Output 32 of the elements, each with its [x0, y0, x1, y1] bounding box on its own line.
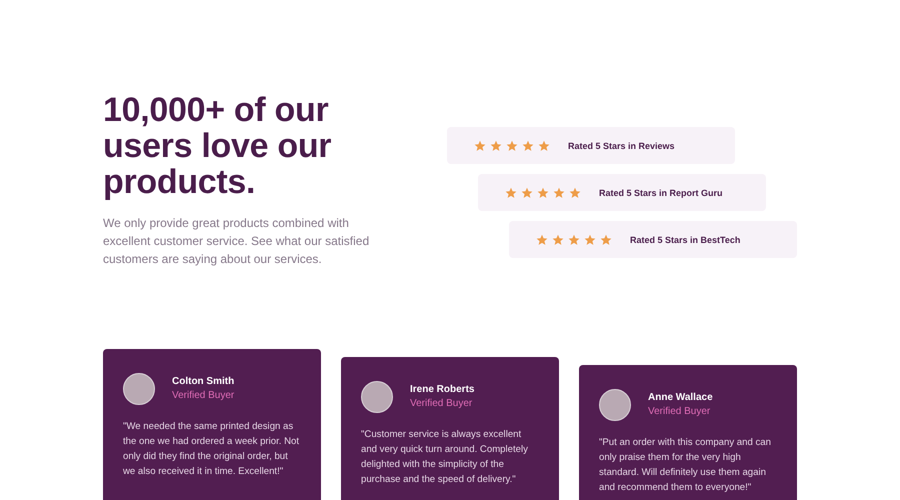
customer-name: Irene Roberts	[410, 383, 474, 397]
star-icon	[522, 140, 534, 152]
star-icon	[538, 140, 550, 152]
star-icon	[537, 186, 549, 198]
star-icon	[521, 186, 533, 198]
star-icon	[490, 140, 502, 152]
testimonial-quote: "Customer service is always excellent and very quick turn around. Completely delighted with the simplicity of the purchase and the speed of delivery."	[361, 428, 529, 487]
customer-name: Colton Smith	[172, 375, 234, 389]
rating-text: Rated 5 Stars in BestTech	[630, 234, 740, 244]
testimonial-quote: "We needed the same printed design as the one we had ordered a week prior. Not only did they find the original order, but we also received it in time. Excellent!"	[123, 420, 300, 479]
star-icon	[552, 234, 564, 246]
avatar-icon	[361, 381, 393, 413]
star-icon	[553, 186, 565, 198]
star-icon	[536, 234, 548, 246]
star-icon	[568, 234, 580, 246]
testimonial-quote: "Put an order with this company and can only praise them for the very high standard. Will definitely use them again and recommend them to everyone!"	[599, 436, 772, 495]
rating-text: Rated 5 Stars in Reviews	[568, 140, 675, 150]
page-heading: 10,000+ of our users love our products.	[103, 92, 332, 200]
avatar-icon	[599, 389, 631, 421]
star-icon	[600, 234, 612, 246]
buyer-label: Verified Buyer	[410, 397, 474, 411]
buyer-label: Verified Buyer	[648, 405, 712, 419]
star-icon	[474, 140, 486, 152]
rating-text: Rated 5 Stars in Report Guru	[599, 188, 723, 198]
buyer-label: Verified Buyer	[172, 389, 234, 403]
avatar-icon	[123, 373, 155, 405]
intro-text: We only provide great products combined with excellent customer service. See what our satisfied customers are saying about our services.	[103, 215, 370, 268]
star-icon	[506, 140, 518, 152]
star-icon	[569, 186, 581, 198]
customer-name: Anne Wallace	[648, 391, 713, 405]
star-icon	[505, 186, 517, 198]
star-icon	[584, 234, 596, 246]
